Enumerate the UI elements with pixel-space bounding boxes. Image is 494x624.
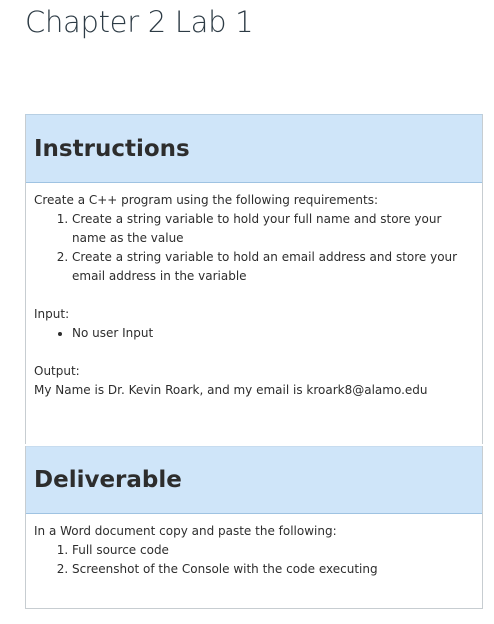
instructions-intro: Create a C++ program using the following… <box>34 193 379 207</box>
instructions-section: Instructions Create a C++ program using … <box>25 114 483 444</box>
requirements-list: Create a string variable to hold your fu… <box>34 210 474 286</box>
list-item: Screenshot of the Console with the code … <box>72 560 474 579</box>
instructions-body: Create a C++ program using the following… <box>26 183 482 444</box>
deliverable-heading: Deliverable <box>34 467 182 493</box>
page-title: Chapter 2 Lab 1 <box>25 5 254 39</box>
input-list: No user Input <box>34 324 474 343</box>
list-item: No user Input <box>72 324 474 343</box>
list-item: Full source code <box>72 541 474 560</box>
deliverable-list: Full source code Screenshot of the Conso… <box>34 541 474 579</box>
deliverable-section: Deliverable In a Word document copy and … <box>25 446 483 609</box>
deliverable-body: In a Word document copy and paste the fo… <box>26 514 482 608</box>
output-label: Output: <box>34 364 80 378</box>
output-text: My Name is Dr. Kevin Roark, and my email… <box>34 383 428 397</box>
instructions-heading: Instructions <box>34 135 190 162</box>
deliverable-intro: In a Word document copy and paste the fo… <box>34 524 337 538</box>
list-item: Create a string variable to hold your fu… <box>72 210 474 248</box>
deliverable-header: Deliverable <box>26 446 482 514</box>
instructions-header: Instructions <box>26 115 482 183</box>
input-label: Input: <box>34 307 70 321</box>
list-item: Create a string variable to hold an emai… <box>72 248 474 286</box>
